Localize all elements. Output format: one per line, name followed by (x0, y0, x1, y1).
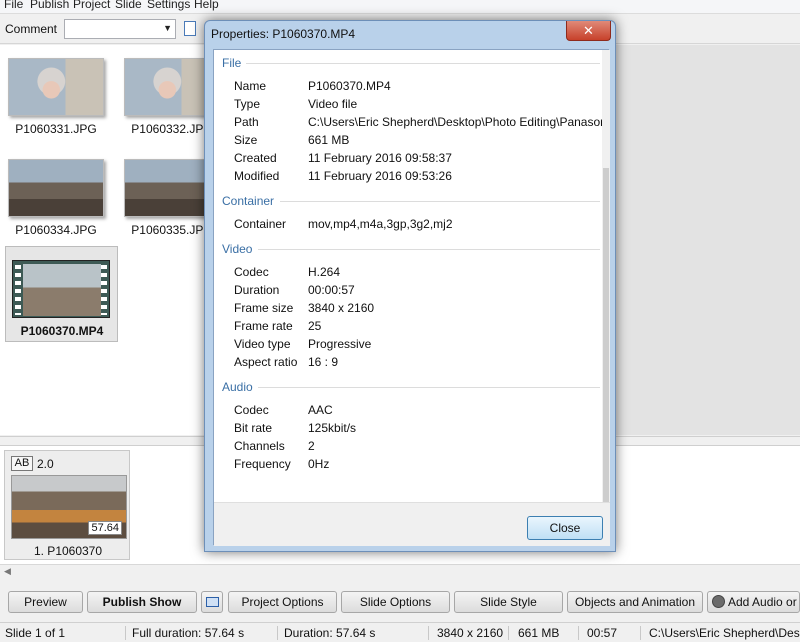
dialog-body: File Name P1060370.MP4 Type Video file P… (213, 49, 610, 546)
section-heading-file: File (222, 56, 242, 70)
transition-duration: 2.0 (37, 457, 54, 471)
chevron-left-icon[interactable]: ◀ (4, 566, 11, 577)
menu-settings[interactable]: Settings (147, 0, 190, 11)
property-value: Video file (308, 97, 358, 111)
property-key: Video type (234, 337, 291, 351)
property-value: 0Hz (308, 457, 330, 471)
transition-badge[interactable]: AB (11, 456, 33, 471)
dialog-footer: Close (214, 502, 610, 546)
property-value: C:\Users\Eric Shepherd\Desktop\Photo Edi… (308, 115, 610, 129)
property-key: Size (234, 133, 258, 147)
add-audio-button[interactable]: Add Audio or V (707, 591, 800, 613)
property-key: Bit rate (234, 421, 273, 435)
property-key: Path (234, 115, 259, 129)
comment-combobox[interactable]: ▼ (64, 19, 176, 39)
monitor-icon (206, 597, 219, 607)
status-duration: Duration: 57.64 s (284, 626, 376, 640)
property-value: 3840 x 2160 (308, 301, 375, 315)
project-options-button[interactable]: Project Options (228, 591, 337, 613)
menu-bar: File Publish Project Slide Settings Help (0, 0, 800, 14)
file-list-panel: P1060331.JPG P1060332.JPG P1060334.JPG P… (0, 45, 220, 435)
objects-animation-button[interactable]: Objects and Animation (567, 591, 703, 613)
status-size: 661 MB (518, 626, 560, 640)
photo-thumbnail-image (8, 159, 104, 217)
status-slide-count: Slide 1 of 1 (5, 626, 66, 640)
property-value: Progressive (308, 337, 372, 351)
close-icon[interactable]: ✕ (566, 21, 611, 41)
slide-thumbnail-image: 57.64 (11, 475, 127, 539)
dialog-title: Properties: P1060370.MP4 (211, 27, 356, 41)
property-key: Codec (234, 403, 269, 417)
property-key: Type (234, 97, 261, 111)
property-key: Created (234, 151, 277, 165)
properties-dialog: Properties: P1060370.MP4 ✕ File Name P10… (204, 20, 616, 552)
close-button[interactable]: Close (527, 516, 603, 540)
file-thumbnail-selected[interactable]: P1060370.MP4 (5, 246, 118, 342)
property-key: Frame size (234, 301, 294, 315)
file-thumbnail[interactable]: P1060334.JPG (0, 146, 112, 242)
file-thumbnail[interactable]: P1060331.JPG (0, 45, 112, 141)
status-bar: Slide 1 of 1 Full duration: 57.64 s Dura… (0, 622, 800, 642)
property-value: 661 MB (308, 133, 350, 147)
comment-label: Comment (5, 22, 58, 36)
chevron-down-icon[interactable]: ▼ (163, 23, 172, 33)
property-value: 11 February 2016 09:53:26 (308, 169, 452, 183)
slide-item[interactable]: AB 2.0 57.64 1. P1060370 (4, 450, 130, 560)
property-value: 16 : 9 (308, 355, 339, 369)
preview-button[interactable]: Preview (8, 591, 83, 613)
add-audio-label: Add Audio or V (728, 595, 799, 609)
section-heading-audio: Audio (222, 380, 253, 394)
property-value: P1060370.MP4 (308, 79, 391, 93)
photo-thumbnail-image (8, 58, 104, 116)
document-icon[interactable] (184, 21, 196, 36)
slide-style-button[interactable]: Slide Style (454, 591, 563, 613)
menu-project[interactable]: Project (73, 0, 110, 11)
button-bar: Preview Publish Show Project Options Sli… (0, 579, 800, 621)
file-name: P1060334.JPG (15, 223, 97, 237)
property-key: Name (234, 79, 267, 93)
menu-publish[interactable]: Publish (30, 0, 69, 11)
property-key: Frame rate (234, 319, 293, 333)
scrollbar-thumb[interactable] (603, 168, 609, 502)
property-key: Codec (234, 265, 269, 279)
property-value: 125kbit/s (308, 421, 357, 435)
property-key: Channels (234, 439, 285, 453)
menu-help[interactable]: Help (194, 0, 219, 11)
slide-caption: 1. P1060370 (33, 544, 103, 558)
status-time: 00:57 (587, 626, 618, 640)
menu-file[interactable]: File (4, 0, 23, 11)
status-resolution: 3840 x 2160 (437, 626, 504, 640)
status-full-duration: Full duration: 57.64 s (132, 626, 245, 640)
section-heading-video: Video (222, 242, 253, 256)
property-value: 2 (308, 439, 315, 453)
vertical-scrollbar[interactable] (602, 50, 610, 502)
menu-slide[interactable]: Slide (115, 0, 142, 11)
file-name: P1060331.JPG (15, 122, 97, 136)
slide-time: 57.64 (88, 521, 122, 535)
property-value: 00:00:57 (308, 283, 355, 297)
horizontal-scrollbar[interactable]: ◀ (0, 564, 800, 578)
property-value: mov,mp4,m4a,3gp,3g2,mj2 (308, 217, 453, 231)
property-value: AAC (308, 403, 333, 417)
property-key: Frequency (234, 457, 291, 471)
file-name: P1060370.MP4 (20, 324, 104, 338)
property-key: Aspect ratio (234, 355, 298, 369)
properties-content: File Name P1060370.MP4 Type Video file P… (214, 50, 610, 502)
property-value: 25 (308, 319, 322, 333)
property-key: Modified (234, 169, 280, 183)
property-value: H.264 (308, 265, 341, 279)
publish-show-button[interactable]: Publish Show (87, 591, 197, 613)
property-key: Container (234, 217, 287, 231)
section-heading-container: Container (222, 194, 275, 208)
property-key: Duration (234, 283, 280, 297)
video-filmstrip-icon (12, 260, 110, 318)
status-path: C:\Users\Eric Shepherd\Deskto (649, 626, 800, 640)
property-value: 11 February 2016 09:58:37 (308, 151, 452, 165)
slide-options-button[interactable]: Slide Options (341, 591, 450, 613)
audio-icon (712, 595, 725, 608)
monitor-button[interactable] (201, 591, 223, 613)
